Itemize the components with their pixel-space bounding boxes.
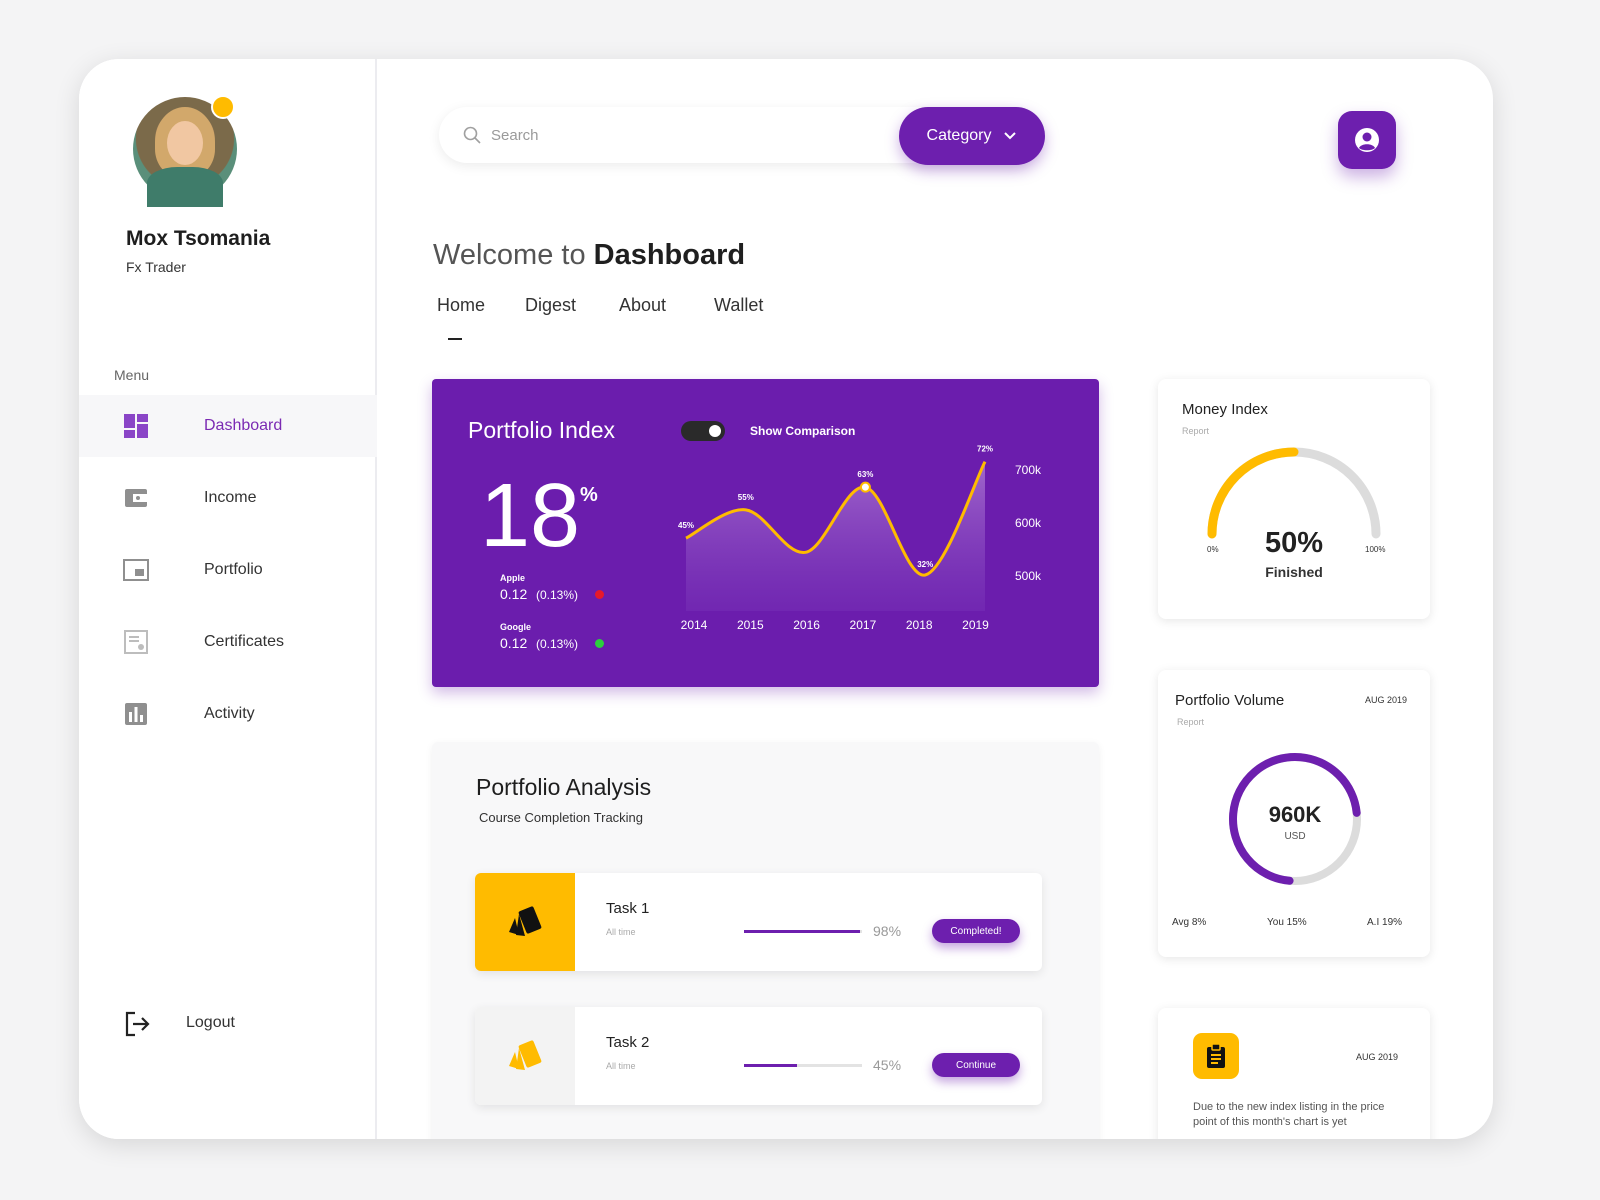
portfolio-index-chart: 45% 55% 63% 32% 72% 2014 2015 2016 2017 2018 2019 7…	[678, 445, 1042, 632]
task-time: All time	[606, 927, 636, 937]
user-role: Fx Trader	[126, 259, 186, 275]
category-label: Category	[926, 127, 992, 144]
welcome-title: Dashboard	[593, 239, 746, 271]
x-tick-label: 2017	[850, 618, 877, 632]
tab-digest[interactable]: Digest	[525, 295, 576, 316]
money-index-caption: Finished	[1265, 564, 1323, 580]
note-date: AUG 2019	[1356, 1052, 1399, 1062]
portfolio-volume-value: 960K	[1268, 802, 1322, 827]
task-completed-button[interactable]: Completed!	[932, 919, 1020, 943]
x-tick-label: 2019	[962, 618, 989, 632]
tab-about[interactable]: About	[619, 295, 666, 316]
avatar-face	[167, 121, 203, 165]
x-tick-label: 2018	[906, 618, 933, 632]
sidebar-item-label: Activity	[204, 705, 255, 722]
x-tick-label: 2015	[737, 618, 764, 632]
task-thumbnail	[475, 873, 575, 971]
certificate-icon	[124, 630, 148, 654]
sidebar-item-dashboard[interactable]: Dashboard	[79, 395, 377, 457]
bar-chart-icon	[125, 703, 147, 725]
sidebar-item-income[interactable]: Income	[79, 467, 377, 529]
point-label: 63%	[857, 470, 873, 479]
dashboard-icon	[124, 414, 148, 438]
search-icon	[463, 126, 481, 144]
sidebar-item-label: Dashboard	[204, 417, 283, 434]
task-name: Task 1	[606, 900, 650, 917]
avatar-body	[147, 167, 223, 207]
portfolio-volume-unit: USD	[1284, 831, 1306, 842]
task-time: All time	[606, 1061, 636, 1071]
money-index-card: Money Index Report 0% 100% 50% Finished	[1158, 379, 1430, 619]
logout-button[interactable]: Logout	[79, 1004, 377, 1044]
point-label: 72%	[977, 445, 993, 454]
portfolio-analysis-panel: Portfolio Analysis Course Completion Tra…	[432, 742, 1099, 1139]
portfolio-icon	[123, 559, 149, 581]
portfolio-analysis-sub: Course Completion Tracking	[479, 810, 644, 825]
sidebar-item-label: Income	[204, 489, 257, 506]
task-progress-bar	[744, 930, 862, 933]
cards-icon	[509, 906, 542, 936]
stat-you: You 15%	[1267, 917, 1307, 928]
portfolio-index-card: Portfolio Index Show Comparison 18 % App…	[432, 379, 1099, 687]
chart-highlight-point[interactable]	[859, 481, 871, 493]
note-card: AUG 2019 Due to the new index listing in…	[1158, 1008, 1430, 1139]
task-progress-fill	[744, 1064, 798, 1067]
y-tick-label: 500k	[1015, 569, 1042, 583]
task-progress-fill	[744, 930, 860, 933]
tab-wallet[interactable]: Wallet	[714, 295, 763, 316]
active-tab-indicator	[448, 338, 462, 340]
point-label: 32%	[917, 560, 933, 569]
welcome-prefix: Welcome to	[433, 239, 586, 271]
note-text: Due to the new index listing in the pric…	[1193, 1101, 1385, 1128]
chart-area	[686, 461, 985, 611]
money-index-gauge	[1207, 447, 1381, 539]
cards-icon	[509, 1040, 542, 1070]
chevron-down-icon	[1004, 132, 1017, 140]
menu-label: Menu	[114, 367, 150, 383]
tab-home[interactable]: Home	[437, 295, 485, 316]
portfolio-analysis-title: Portfolio Analysis	[476, 774, 652, 800]
user-circle-icon	[1355, 128, 1379, 152]
task-card[interactable]: Task 2 All time 45% Continue	[475, 1007, 1042, 1105]
search-input[interactable]	[491, 121, 871, 149]
sidebar-item-activity[interactable]: Activity	[79, 683, 377, 745]
stat-avg: Avg 8%	[1172, 917, 1207, 928]
y-tick-label: 600k	[1015, 516, 1042, 530]
task-thumbnail	[475, 1007, 575, 1105]
logout-icon	[125, 1011, 150, 1037]
user-name: Mox Tsomania	[126, 227, 271, 250]
money-index-value: 50%	[1264, 527, 1324, 559]
portfolio-volume-card: Portfolio Volume AUG 2019 Report 960K US…	[1158, 670, 1430, 957]
logout-label: Logout	[186, 1014, 235, 1031]
stat-ai: A.I 19%	[1367, 917, 1403, 928]
category-dropdown[interactable]: Category	[899, 107, 1045, 165]
sidebar: Mox Tsomania Fx Trader Menu Dashboard In…	[79, 59, 377, 1139]
task-progress-bar	[744, 1064, 862, 1067]
page-title: Welcome to Dashboard	[433, 239, 745, 272]
point-label: 45%	[678, 521, 694, 530]
clipboard-icon	[1193, 1033, 1239, 1079]
x-tick-label: 2016	[793, 618, 820, 632]
task-percent: 98%	[873, 923, 902, 939]
point-label: 55%	[738, 493, 754, 502]
task-name: Task 2	[606, 1034, 650, 1051]
task-percent: 45%	[873, 1057, 902, 1073]
sidebar-item-label: Certificates	[204, 633, 285, 650]
y-tick-label: 700k	[1015, 463, 1042, 477]
sidebar-item-label: Portfolio	[204, 561, 263, 578]
app-window: Mox Tsomania Fx Trader Menu Dashboard In…	[79, 59, 1493, 1139]
status-dot	[211, 95, 235, 119]
task-continue-button[interactable]: Continue	[932, 1053, 1020, 1077]
sidebar-item-certificates[interactable]: Certificates	[79, 611, 377, 673]
wallet-icon	[125, 489, 147, 507]
x-tick-label: 2014	[681, 618, 708, 632]
sidebar-item-portfolio[interactable]: Portfolio	[79, 539, 377, 601]
task-card[interactable]: Task 1 All time 98% Completed!	[475, 873, 1042, 971]
profile-button[interactable]	[1338, 111, 1396, 169]
